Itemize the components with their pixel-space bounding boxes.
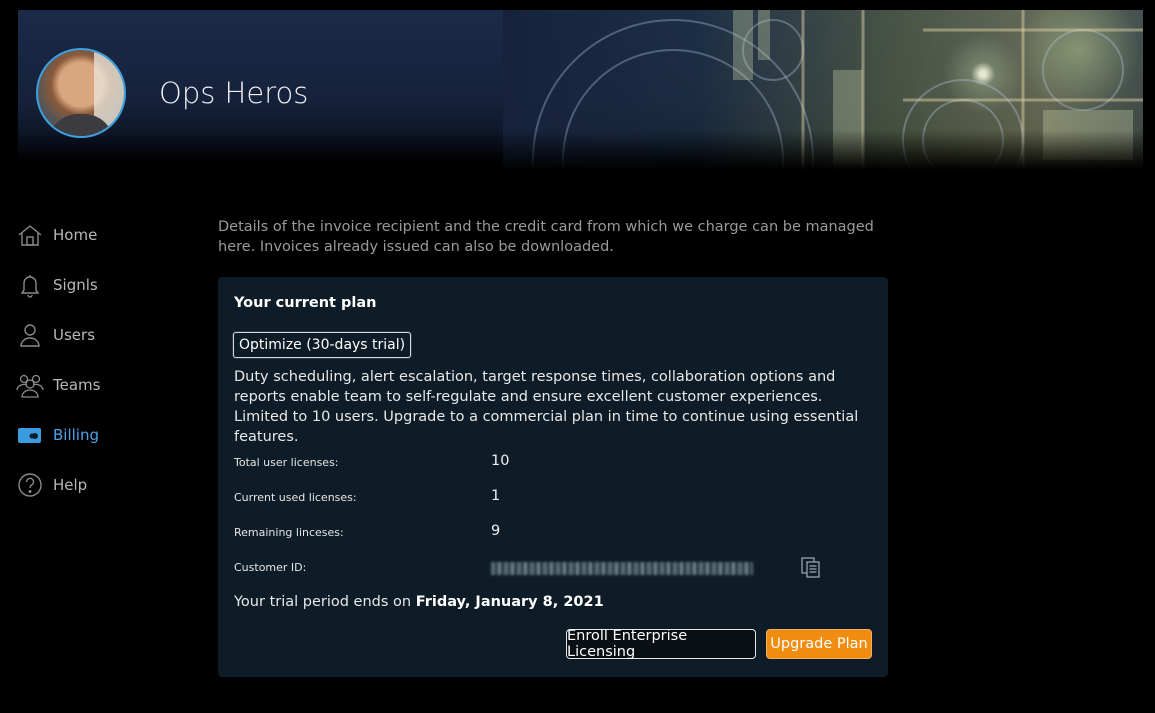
current-plan-card: Your current plan Optimize (30-days tria… [218, 277, 888, 677]
plan-name-badge: Optimize (30-days trial) [233, 332, 412, 358]
sidebar-item-label: Teams [53, 376, 101, 394]
bell-icon [16, 271, 44, 299]
help-icon [16, 471, 44, 499]
sidebar: Home Signls Users Teams Billing Help [16, 210, 176, 510]
sidebar-item-teams[interactable]: Teams [16, 360, 176, 410]
row-value: 10 [491, 453, 510, 469]
sidebar-item-users[interactable]: Users [16, 310, 176, 360]
row-label: Current used licenses: [234, 491, 357, 504]
row-value: 9 [491, 523, 501, 539]
customer-id-row: Customer ID: [234, 557, 834, 579]
license-row-remaining: Remaining linceses: 9 [234, 522, 834, 544]
avatar[interactable] [36, 48, 126, 138]
sidebar-item-home[interactable]: Home [16, 210, 176, 260]
sidebar-item-label: Home [53, 226, 98, 244]
upgrade-plan-button[interactable]: Upgrade Plan [766, 629, 872, 659]
row-value: 1 [491, 488, 501, 504]
plan-card-title: Your current plan [234, 295, 377, 311]
row-label: Customer ID: [234, 561, 307, 574]
copy-icon[interactable] [800, 556, 822, 580]
sidebar-item-help[interactable]: Help [16, 460, 176, 510]
trial-end-text: Your trial period ends on Friday, Januar… [234, 594, 604, 610]
sidebar-item-label: Users [53, 326, 96, 344]
billing-intro-text: Details of the invoice recipient and the… [218, 219, 874, 255]
trial-prefix: Your trial period ends on [234, 594, 416, 610]
row-label: Total user licenses: [234, 456, 339, 469]
enroll-enterprise-button[interactable]: Enroll Enterprise Licensing [566, 628, 756, 660]
org-name: Ops Heros [159, 76, 309, 110]
team-icon [16, 371, 44, 399]
sidebar-item-label: Help [53, 476, 88, 494]
credit-card-icon [16, 421, 44, 449]
sidebar-item-signls[interactable]: Signls [16, 260, 176, 310]
sidebar-item-label: Billing [53, 426, 99, 444]
user-icon [16, 321, 44, 349]
sidebar-item-billing[interactable]: Billing [16, 410, 176, 460]
license-row-total: Total user licenses: 10 [234, 452, 834, 474]
home-icon [16, 221, 44, 249]
row-label: Remaining linceses: [234, 526, 344, 539]
sidebar-item-label: Signls [53, 276, 98, 294]
plan-description: Duty scheduling, alert escalation, targe… [234, 369, 859, 445]
trial-end-date: Friday, January 8, 2021 [415, 594, 604, 610]
license-row-used: Current used licenses: 1 [234, 487, 834, 509]
customer-id-value-redacted [491, 562, 753, 575]
